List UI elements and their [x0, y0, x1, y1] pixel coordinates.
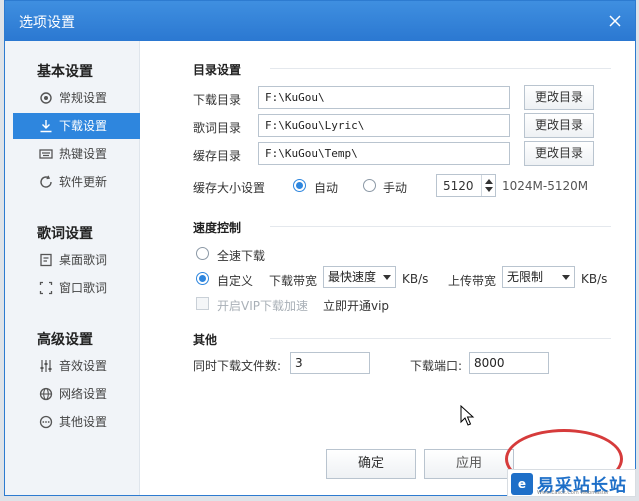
sidebar-group-lyrics: 歌词设置 — [37, 226, 93, 242]
cache-size-value: 5120 — [443, 179, 474, 193]
change-download-dir-button[interactable]: 更改目录 — [524, 85, 594, 110]
site-logo-icon: e — [511, 473, 533, 495]
upload-bandwidth-value: 无限制 — [507, 270, 544, 284]
section-divider — [270, 226, 611, 227]
sidebar-item-label: 其他设置 — [59, 415, 108, 429]
cache-dir-field[interactable]: F:\KuGou\Temp\ — [258, 142, 510, 165]
refresh-icon — [39, 175, 53, 189]
settings-sidebar: 基本设置 常规设置 下载设置 热键设置 软件更新 歌词设置 桌面歌词 窗口歌词 … — [5, 41, 140, 495]
concurrent-downloads-label: 同时下载文件数: — [193, 359, 282, 373]
vip-accelerate-checkbox[interactable] — [196, 297, 209, 310]
sidebar-item-network[interactable]: 网络设置 — [13, 381, 140, 407]
window-lyric-icon — [39, 281, 53, 295]
sidebar-item-hotkeys[interactable]: 热键设置 — [13, 141, 140, 167]
section-title-directory: 目录设置 — [193, 63, 242, 77]
section-divider — [270, 68, 611, 69]
dialog-title: 选项设置 — [19, 15, 75, 31]
section-divider — [270, 338, 611, 339]
watermark-badge: e 易采站长站 Www.Easck.Com Webmaster — [507, 469, 636, 497]
sidebar-item-other[interactable]: 其他设置 — [13, 409, 140, 435]
stepper-arrows — [481, 175, 495, 196]
sidebar-item-update[interactable]: 软件更新 — [13, 169, 140, 195]
upload-bandwidth-select[interactable]: 无限制 — [502, 266, 575, 288]
keyboard-icon — [39, 147, 53, 161]
open-vip-link[interactable]: 立即开通vip — [323, 297, 389, 314]
chevron-down-icon — [562, 275, 570, 280]
change-lyric-dir-button[interactable]: 更改目录 — [524, 113, 594, 138]
download-bandwidth-select[interactable]: 最快速度 — [323, 266, 396, 288]
sidebar-item-desktop-lyrics[interactable]: 桌面歌词 — [13, 247, 140, 273]
more-icon — [39, 415, 53, 429]
download-icon — [39, 119, 53, 133]
cache-size-stepper[interactable]: 5120 — [436, 174, 496, 197]
sidebar-item-general[interactable]: 常规设置 — [13, 85, 140, 111]
sidebar-item-label: 软件更新 — [59, 175, 108, 189]
desktop-lyric-icon — [39, 253, 53, 267]
sidebar-item-label: 音效设置 — [59, 359, 108, 373]
options-dialog: 选项设置 基本设置 常规设置 下载设置 热键设置 软件更新 歌词设置 桌面歌词 — [4, 0, 636, 496]
sidebar-item-sound-effects[interactable]: 音效设置 — [13, 353, 140, 379]
sidebar-item-download[interactable]: 下载设置 — [13, 113, 140, 139]
download-dir-field[interactable]: F:\KuGou\ — [258, 86, 510, 109]
close-icon[interactable] — [605, 11, 625, 31]
lyric-dir-field[interactable]: F:\KuGou\Lyric\ — [258, 114, 510, 137]
concurrent-downloads-input[interactable]: 3 — [290, 352, 370, 374]
cache-size-range: 1024M-5120M — [502, 179, 589, 193]
cache-manual-label: 手动 — [383, 181, 408, 195]
equalizer-icon — [39, 359, 53, 373]
mouse-cursor-icon — [460, 405, 475, 426]
apply-button[interactable]: 应用 — [424, 449, 514, 479]
sidebar-item-label: 网络设置 — [59, 387, 108, 401]
cache-dir-label: 缓存目录 — [193, 149, 242, 163]
upload-bandwidth-label: 上传带宽 — [448, 274, 497, 288]
sidebar-item-window-lyrics[interactable]: 窗口歌词 — [13, 275, 140, 301]
download-dir-label: 下载目录 — [193, 93, 242, 107]
lyric-dir-label: 歌词目录 — [193, 121, 242, 135]
section-title-other: 其他 — [193, 333, 218, 347]
chevron-down-icon — [383, 275, 391, 280]
sidebar-item-label: 下载设置 — [59, 119, 108, 133]
custom-speed-radio[interactable] — [196, 272, 209, 285]
title-bar: 选项设置 — [5, 1, 635, 41]
sidebar-group-basic: 基本设置 — [37, 64, 93, 80]
cache-auto-label: 自动 — [314, 181, 339, 195]
vip-accelerate-label: 开启VIP下载加速 — [217, 299, 308, 313]
download-bandwidth-value: 最快速度 — [328, 270, 377, 284]
download-bandwidth-label: 下载带宽 — [269, 274, 318, 288]
section-title-speed: 速度控制 — [193, 221, 242, 235]
sidebar-item-label: 热键设置 — [59, 147, 108, 161]
upload-unit: KB/s — [581, 272, 608, 286]
confirm-button[interactable]: 确定 — [326, 449, 416, 479]
cache-size-label: 缓存大小设置 — [193, 181, 266, 195]
cache-manual-radio[interactable] — [363, 179, 376, 192]
cache-auto-radio[interactable] — [293, 179, 306, 192]
download-unit: KB/s — [402, 272, 429, 286]
settings-content: 目录设置 下载目录 F:\KuGou\ 更改目录 歌词目录 F:\KuGou\L… — [140, 41, 635, 495]
watermark-sub: Www.Easck.Com Webmaster — [537, 490, 609, 496]
full-speed-label: 全速下载 — [217, 249, 266, 263]
sidebar-item-label: 常规设置 — [59, 91, 108, 105]
sidebar-group-advanced: 高级设置 — [37, 332, 93, 348]
gear-icon — [39, 91, 53, 105]
custom-speed-label: 自定义 — [217, 274, 254, 288]
change-cache-dir-button[interactable]: 更改目录 — [524, 141, 594, 166]
stepper-up-icon[interactable] — [485, 179, 493, 184]
full-speed-radio[interactable] — [196, 247, 209, 260]
globe-icon — [39, 387, 53, 401]
sidebar-item-label: 窗口歌词 — [59, 281, 108, 295]
download-port-input[interactable]: 8000 — [469, 352, 549, 374]
stepper-down-icon[interactable] — [485, 187, 493, 192]
download-port-label: 下载端口: — [410, 359, 463, 373]
sidebar-item-label: 桌面歌词 — [59, 253, 108, 267]
